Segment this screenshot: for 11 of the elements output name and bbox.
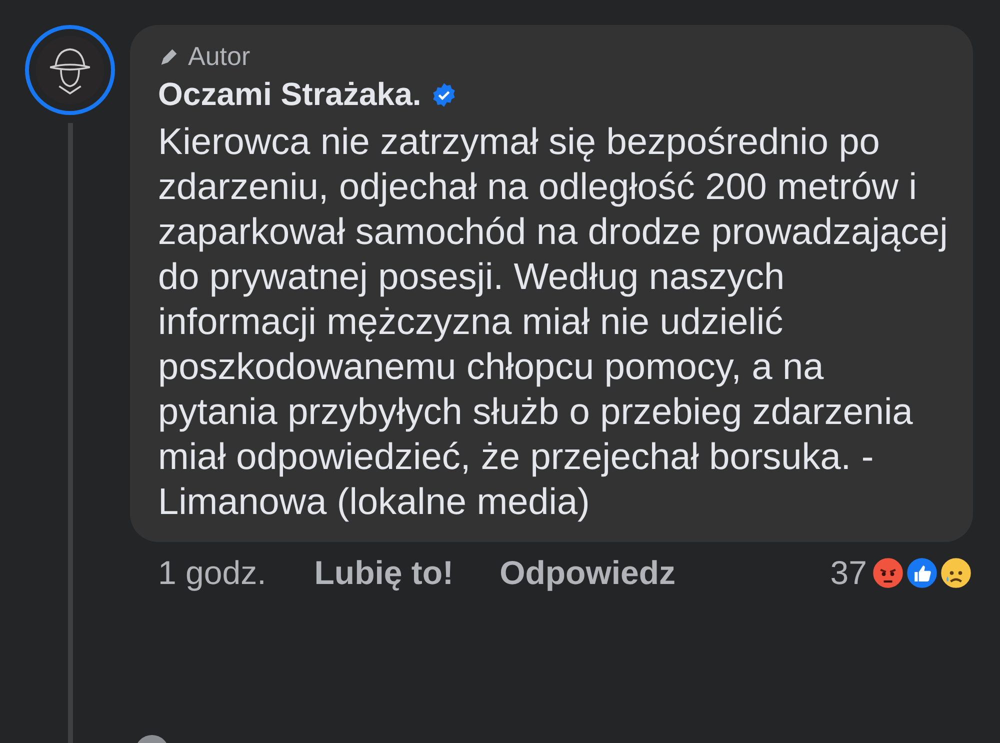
profile-avatar[interactable] [25,25,115,115]
comment-text: Kierowca nie zatrzymał się bezpośrednio po zdarzeniu, odjechał na odległość 200 metrów i zaparkował samochód na drodze prowadzającej do prywatnej posesji. Według naszych informacji mężczyzna miał nie udzielić poszkodowanemu chłopcu pomocy, a na pytania przybyłych służb o przebieg zdarzenia miał odpowiedzieć, że przejechał borsuka. - Limanowa (lokalne media) [158,120,948,524]
author-name[interactable]: Oczami Strażaka. [158,76,422,113]
comment-time[interactable]: 1 godz. [158,554,266,592]
reply-link[interactable]: Odpowiedz [500,554,676,592]
author-label: Autor [188,41,250,72]
reaction-count[interactable]: 37 [830,554,867,592]
sad-face-icon[interactable] [939,556,973,590]
like-link[interactable]: Lubię to! [314,554,454,592]
angry-face-icon[interactable] [871,556,905,590]
thumbs-up-icon[interactable] [905,556,939,590]
